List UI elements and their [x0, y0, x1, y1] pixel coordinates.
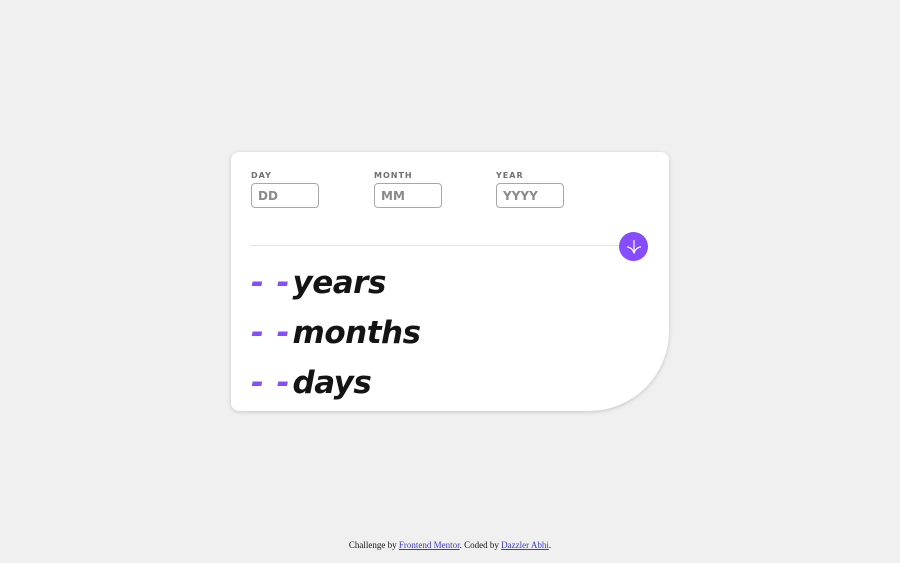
- day-input[interactable]: [251, 183, 319, 208]
- day-label: DAY: [251, 171, 272, 180]
- author-link[interactable]: Dazzler Abhi: [501, 540, 549, 550]
- year-field: YEAR: [496, 170, 564, 208]
- age-calculator-card: DAY MONTH YEAR - -years -: [231, 152, 669, 411]
- month-input[interactable]: [374, 183, 442, 208]
- results: - -years - -months - -days: [251, 258, 421, 408]
- month-label: MONTH: [374, 171, 413, 180]
- attribution-suffix: .: [548, 540, 552, 550]
- attribution-prefix: Challenge by: [348, 540, 399, 550]
- year-label: YEAR: [496, 171, 524, 180]
- attribution-middle: . Coded by: [459, 540, 502, 550]
- months-value: - -: [251, 315, 291, 351]
- year-input[interactable]: [496, 183, 564, 208]
- month-field: MONTH: [374, 170, 442, 208]
- years-result: - -years: [251, 258, 421, 308]
- divider: [251, 245, 647, 246]
- attribution: Challenge by Frontend Mentor. Coded by D…: [0, 540, 900, 550]
- days-unit: days: [292, 365, 372, 401]
- years-value: - -: [251, 265, 291, 301]
- days-value: - -: [251, 365, 291, 401]
- page: DAY MONTH YEAR - -years -: [0, 0, 900, 563]
- submit-button[interactable]: [619, 232, 648, 261]
- frontend-mentor-link[interactable]: Frontend Mentor: [399, 540, 460, 550]
- years-unit: years: [292, 265, 387, 301]
- days-result: - -days: [251, 358, 421, 408]
- months-unit: months: [292, 315, 422, 351]
- arrow-down-icon: [626, 239, 641, 254]
- day-field: DAY: [251, 170, 319, 208]
- months-result: - -months: [251, 308, 421, 358]
